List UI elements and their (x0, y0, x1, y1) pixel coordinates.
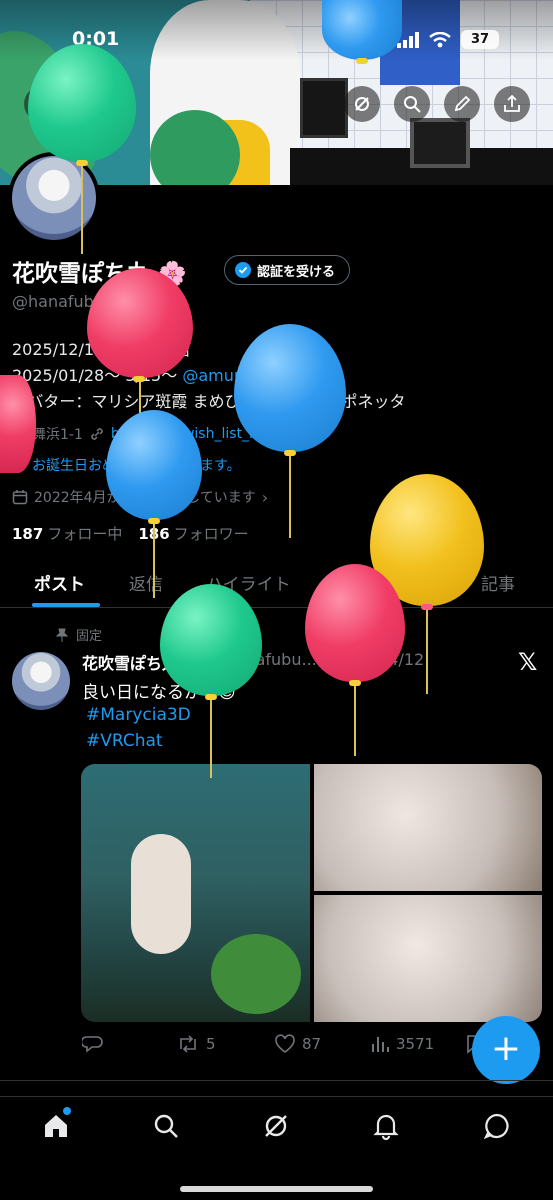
location-text: 舞浜1-1 (32, 427, 83, 443)
active-tab-indicator (32, 603, 100, 607)
grok-icon (265, 1115, 287, 1137)
balloon-knot (356, 58, 368, 64)
birthday-balloon (106, 410, 202, 598)
balloon-string (354, 686, 356, 756)
pinned-indicator: 固定 (56, 625, 102, 644)
home-indicator (180, 1186, 373, 1192)
banner-tv (410, 118, 470, 168)
edit-button[interactable] (444, 86, 480, 122)
verified-badge-icon (235, 262, 251, 278)
home-notification-dot (63, 1107, 71, 1115)
post-image-2[interactable] (314, 764, 542, 891)
balloon-body (234, 324, 346, 452)
bio-line-3: アバター：マリシア斑霞 まめひなた フワリポポネッタ (12, 392, 406, 411)
nav-home[interactable] (41, 1107, 71, 1141)
search-icon (404, 96, 421, 113)
reply-button[interactable] (82, 1034, 104, 1054)
banner-search-button[interactable] (394, 86, 430, 122)
pinned-label: 固定 (76, 629, 103, 644)
bottom-navigation (0, 1096, 553, 1156)
birthday-balloon (322, 0, 402, 80)
reply-icon (82, 1036, 103, 1053)
balloon-string (289, 456, 291, 538)
pin-icon (56, 628, 68, 642)
balloon-body (87, 268, 193, 378)
messages-icon (483, 1113, 509, 1140)
balloon-body (160, 584, 262, 696)
home-icon (45, 1115, 67, 1137)
edit-icon (454, 95, 471, 112)
calendar-icon (12, 490, 28, 505)
like-button[interactable]: 87 (274, 1034, 321, 1054)
repost-icon (180, 1035, 196, 1053)
image-figure (131, 834, 191, 954)
wifi-icon (429, 31, 451, 47)
balloon-body (305, 564, 405, 682)
balloon-string (153, 524, 155, 598)
get-verified-button[interactable]: 認証を受ける (224, 255, 351, 285)
birthday-balloon (28, 44, 136, 254)
battery-icon: 37 (461, 30, 499, 49)
share-icon (504, 94, 520, 112)
status-icons: 37 (397, 30, 499, 49)
birthday-balloon (305, 564, 405, 756)
nav-grok[interactable] (261, 1111, 291, 1141)
post-image-1[interactable] (81, 764, 310, 1022)
get-verified-label: 認証を受ける (257, 264, 336, 280)
like-count: 87 (302, 1035, 322, 1053)
view-count: 3571 (396, 1035, 435, 1053)
nav-notifications[interactable] (371, 1111, 401, 1141)
image-plant (211, 934, 301, 1014)
following-count: 187 (12, 525, 44, 543)
compose-post-button[interactable]: + (472, 1016, 540, 1084)
birthday-balloon (234, 324, 346, 538)
balloon-string (81, 166, 83, 254)
balloon-string (426, 610, 428, 694)
birthday-balloon (160, 584, 262, 778)
nav-search[interactable] (151, 1111, 181, 1141)
views-button[interactable]: 3571 (370, 1034, 434, 1054)
x-logo-icon: 𝕏 (518, 648, 538, 676)
balloon-body (106, 410, 202, 520)
balloon-body (28, 44, 136, 162)
brand-button[interactable] (344, 86, 380, 122)
search-icon (154, 1114, 178, 1138)
post-image-3[interactable] (314, 895, 542, 1022)
balloon-body (0, 375, 36, 473)
share-button[interactable] (494, 86, 530, 122)
nav-messages[interactable] (482, 1111, 512, 1141)
heart-icon (275, 1034, 295, 1053)
repost-count: 5 (206, 1035, 216, 1053)
post-avatar[interactable] (12, 652, 70, 710)
tab-posts[interactable]: ポスト (34, 570, 85, 595)
brand-icon (355, 97, 369, 111)
balloon-string (210, 700, 212, 778)
tab-articles[interactable]: 記事 (481, 570, 515, 595)
repost-button[interactable]: 5 (176, 1034, 216, 1054)
analytics-icon (372, 1037, 389, 1052)
post-divider (0, 1080, 553, 1081)
balloon-body (322, 0, 402, 60)
hashtag-link[interactable]: #VRChat (86, 731, 163, 751)
banner-monitor (300, 78, 348, 138)
post-media-grid (81, 764, 542, 1022)
notifications-icon (373, 1114, 399, 1141)
birthday-balloon (0, 375, 36, 475)
